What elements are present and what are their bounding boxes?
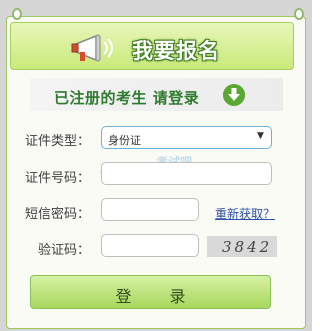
id-type-label: 证件类型： — [25, 134, 91, 149]
id-number-input[interactable] — [101, 162, 272, 185]
id-number-label: 证件号码： — [25, 171, 91, 186]
captcha-input[interactable] — [101, 234, 199, 257]
captcha-image-text: 3842 — [222, 238, 273, 256]
clip-right-icon — [294, 8, 304, 20]
arrow-down-icon[interactable] — [223, 84, 245, 106]
login-button-label: 登录 — [115, 287, 224, 306]
captcha-label: 验证码： — [38, 243, 91, 258]
sms-code-input[interactable] — [101, 198, 199, 221]
resend-sms-link[interactable]: 重新获取？ — [215, 205, 275, 222]
megaphone-icon — [71, 34, 113, 62]
id-type-selected-value: 身份证 — [108, 134, 141, 147]
clip-left-icon — [12, 8, 22, 20]
login-banner-text: 已注册的考生 请登录 — [54, 89, 200, 107]
dropdown-arrow-icon[interactable]: ▼ — [257, 131, 264, 141]
page-title: 我要报名 — [132, 39, 220, 63]
sms-code-label: 短信密码： — [25, 207, 91, 222]
